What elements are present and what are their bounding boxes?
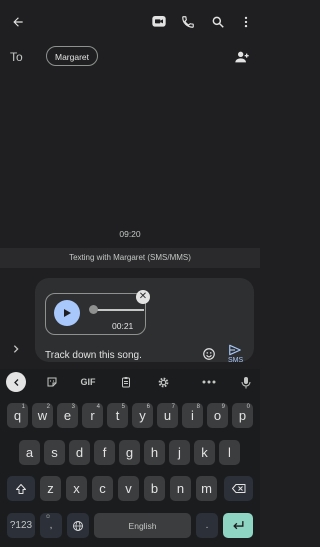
key-hint: 5 (121, 404, 125, 410)
enter-icon (232, 521, 244, 530)
language-key[interactable] (67, 513, 89, 538)
recipient-row: To Margaret (0, 44, 260, 74)
gear-icon[interactable] (154, 373, 172, 391)
key-char: w (37, 408, 48, 423)
texting-banner: Texting with Margaret (SMS/MMS) (0, 248, 260, 268)
back-arrow-icon[interactable] (8, 12, 28, 32)
key-n[interactable]: n (170, 476, 191, 501)
key-hint: 6 (146, 404, 150, 410)
send-sms-label[interactable]: SMS (228, 357, 243, 364)
video-call-icon[interactable] (149, 12, 169, 32)
shift-icon (16, 483, 26, 494)
keyboard-toolbar: GIF (0, 369, 260, 395)
key-char: y (139, 408, 146, 423)
more-vert-icon[interactable] (236, 12, 256, 32)
key-o[interactable]: o9 (207, 403, 228, 428)
key-char: q (13, 408, 22, 423)
chevron-right-icon[interactable] (11, 343, 21, 357)
key-hint: 7 (171, 404, 175, 410)
key-x[interactable]: x (66, 476, 87, 501)
key-b[interactable]: b (144, 476, 165, 501)
to-label: To (10, 50, 23, 64)
key-char: t (115, 408, 120, 423)
key-hint: 0 (246, 404, 250, 410)
search-icon[interactable] (208, 12, 228, 32)
globe-icon (73, 520, 83, 531)
key-r[interactable]: r4 (82, 403, 103, 428)
comma-char: , (49, 520, 53, 531)
key-char: u (163, 408, 172, 423)
shift-key[interactable] (7, 476, 35, 501)
key-h[interactable]: h (144, 440, 165, 465)
key-m[interactable]: m (196, 476, 217, 501)
key-char: e (63, 408, 72, 423)
comma-key[interactable]: , ☺ (40, 513, 62, 538)
key-hint: 4 (96, 404, 100, 410)
audio-progress-thumb[interactable] (89, 305, 98, 314)
keyboard: GIF q1 w2 e3 r4 t5 y6 u7 i8 o9 p0 a s d … (0, 369, 260, 547)
key-d[interactable]: d (69, 440, 90, 465)
key-f[interactable]: f (94, 440, 115, 465)
audio-duration: 00:21 (112, 321, 134, 331)
emoji-icon[interactable] (201, 346, 217, 362)
message-input[interactable]: Track down this song. (45, 350, 142, 361)
mic-icon[interactable] (237, 373, 255, 391)
key-t[interactable]: t5 (107, 403, 128, 428)
more-horiz-icon[interactable] (199, 373, 219, 391)
key-char: o (213, 408, 222, 423)
key-l[interactable]: l (219, 440, 240, 465)
recipient-chip[interactable]: Margaret (46, 46, 99, 66)
key-p[interactable]: p0 (232, 403, 253, 428)
space-bar[interactable]: English (94, 513, 191, 538)
audio-progress-track[interactable] (94, 309, 144, 311)
key-s[interactable]: s (44, 440, 65, 465)
key-hint: 1 (21, 404, 25, 410)
phone-icon[interactable] (178, 12, 198, 32)
key-a[interactable]: a (19, 440, 40, 465)
backspace-icon (231, 484, 245, 493)
period-key[interactable]: . (196, 513, 218, 538)
play-button[interactable] (54, 300, 80, 326)
key-char: r (90, 408, 95, 423)
gif-button[interactable]: GIF (76, 373, 100, 391)
sticker-icon[interactable] (43, 373, 61, 391)
add-person-icon[interactable] (232, 47, 252, 67)
key-c[interactable]: c (92, 476, 113, 501)
key-w[interactable]: w2 (32, 403, 53, 428)
key-y[interactable]: y6 (132, 403, 153, 428)
chevron-left-icon[interactable] (6, 372, 26, 392)
key-hint: 2 (46, 404, 50, 410)
key-char: i (191, 408, 194, 423)
numbers-key[interactable]: ?123 (7, 513, 35, 538)
key-hint: 3 (71, 404, 75, 410)
app-bar (0, 0, 260, 44)
key-char: p (238, 408, 247, 423)
key-hint: 8 (196, 404, 200, 410)
key-q[interactable]: q1 (7, 403, 28, 428)
key-j[interactable]: j (169, 440, 190, 465)
key-g[interactable]: g (119, 440, 140, 465)
backspace-key[interactable] (224, 476, 253, 501)
audio-attachment: 00:21 (45, 293, 146, 335)
remove-attachment-button[interactable]: ✕ (136, 290, 150, 304)
compose-area: 00:21 ✕ Track down this song. SMS (0, 270, 260, 367)
key-hint: 9 (221, 404, 225, 410)
key-v[interactable]: v (118, 476, 139, 501)
clipboard-icon[interactable] (117, 373, 135, 391)
send-icon[interactable] (227, 342, 243, 358)
compose-box[interactable]: 00:21 ✕ Track down this song. SMS (35, 278, 254, 364)
key-u[interactable]: u7 (157, 403, 178, 428)
key-e[interactable]: e3 (57, 403, 78, 428)
play-icon (64, 309, 71, 317)
enter-key[interactable] (223, 513, 253, 538)
key-k[interactable]: k (194, 440, 215, 465)
key-i[interactable]: i8 (182, 403, 203, 428)
message-timestamp: 09:20 (119, 229, 141, 239)
key-z[interactable]: z (40, 476, 61, 501)
emoji-hint-icon: ☺ (45, 514, 52, 520)
